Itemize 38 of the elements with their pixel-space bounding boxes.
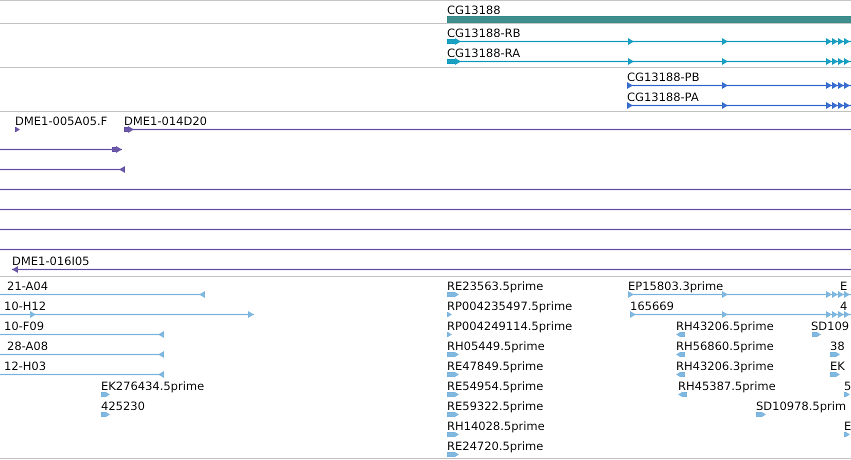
feature-label: CG13188-PB <box>627 70 700 84</box>
feature-label: RP004249114.5prime <box>447 319 572 333</box>
feature-label: RE54954.5prime <box>447 379 544 393</box>
feature-label: RE24720.5prime <box>447 439 544 453</box>
feature-label: RE59322.5prime <box>447 399 544 413</box>
feature-label: RE47849.5prime <box>447 359 544 373</box>
feature-label: 165669 <box>630 299 674 313</box>
feature-label: CG13188-PA <box>627 90 699 104</box>
feature-label: 21-A04 <box>7 279 48 293</box>
feature-label: RH05449.5prime <box>447 339 545 353</box>
feature-label: 10-H12 <box>4 299 46 313</box>
feature-label: CG13188-RA <box>447 46 520 60</box>
feature-label: 38 <box>830 339 845 353</box>
feature-label: 28-A08 <box>7 339 48 353</box>
feature-label: 5 <box>844 379 851 393</box>
feature-label: DME1-014D20 <box>124 114 207 128</box>
feature-label: 4 <box>840 299 848 313</box>
feature-label: 12-H03 <box>4 359 46 373</box>
feature-label: RH56860.5prime <box>676 339 774 353</box>
feature-label: RH43206.3prime <box>676 359 774 373</box>
feature-label: EK276434.5prime <box>101 379 204 393</box>
feature-label: E <box>844 419 851 433</box>
feature-label: 425230 <box>101 399 145 413</box>
feature-label: SD109 <box>811 319 850 333</box>
feature-label: RH45387.5prime <box>678 379 776 393</box>
feature-label: 10-F09 <box>4 319 44 333</box>
feature-label: RP004235497.5prime <box>447 299 572 313</box>
feature-label: EP15803.3prime <box>628 279 724 293</box>
feature-label: RE23563.5prime <box>447 279 544 293</box>
feature-label: EK <box>830 359 845 373</box>
feature-label: E <box>840 279 848 293</box>
feature-label: DME1-005A05.F <box>15 114 108 128</box>
feature-label: RH43206.5prime <box>676 319 774 333</box>
feature-label: DME1-016I05 <box>12 254 90 268</box>
feature-label: RH14028.5prime <box>447 419 545 433</box>
feature-label: CG13188-RB <box>447 26 521 40</box>
feature-label: SD10978.5prim <box>756 399 846 413</box>
feature-label: CG13188 <box>447 3 501 17</box>
